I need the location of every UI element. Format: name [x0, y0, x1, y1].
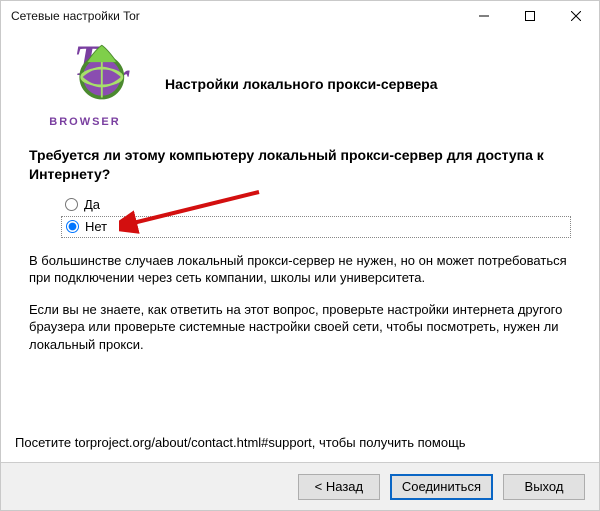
info-paragraph-1: В большинстве случаев локальный прокси-с… [29, 252, 571, 287]
header-row: T r BROWSER Настройки локального прокси-… [29, 39, 571, 128]
radio-option-yes[interactable]: Да [61, 194, 571, 216]
radio-no-label: Нет [85, 219, 107, 234]
radio-yes-label: Да [84, 197, 100, 212]
button-bar: < Назад Соединиться Выход [1, 462, 599, 510]
radio-yes-input[interactable] [65, 198, 78, 211]
content-area: T r BROWSER Настройки локального прокси-… [1, 31, 599, 354]
minimize-button[interactable] [461, 1, 507, 31]
window-title: Сетевые настройки Tor [11, 9, 140, 23]
footer: Посетите torproject.org/about/contact.ht… [1, 435, 599, 510]
tor-logo-icon: T r [29, 39, 141, 115]
logo-browser-label: BROWSER [29, 116, 141, 128]
connect-button[interactable]: Соединиться [390, 474, 493, 500]
minimize-icon [479, 11, 489, 21]
radio-group: Да Нет [61, 194, 571, 238]
maximize-button[interactable] [507, 1, 553, 31]
exit-button[interactable]: Выход [503, 474, 585, 500]
close-icon [571, 11, 581, 21]
help-text: Посетите torproject.org/about/contact.ht… [1, 435, 599, 462]
proxy-question: Требуется ли этому компьютеру локальный … [29, 146, 571, 184]
radio-no-input[interactable] [66, 220, 79, 233]
back-button[interactable]: < Назад [298, 474, 380, 500]
tor-logo: T r BROWSER [29, 39, 141, 128]
radio-option-no[interactable]: Нет [61, 216, 571, 238]
titlebar: Сетевые настройки Tor [1, 1, 599, 31]
close-button[interactable] [553, 1, 599, 31]
page-heading: Настройки локального прокси-сервера [165, 76, 438, 92]
window-controls [461, 1, 599, 31]
info-paragraph-2: Если вы не знаете, как ответить на этот … [29, 301, 571, 354]
maximize-icon [525, 11, 535, 21]
